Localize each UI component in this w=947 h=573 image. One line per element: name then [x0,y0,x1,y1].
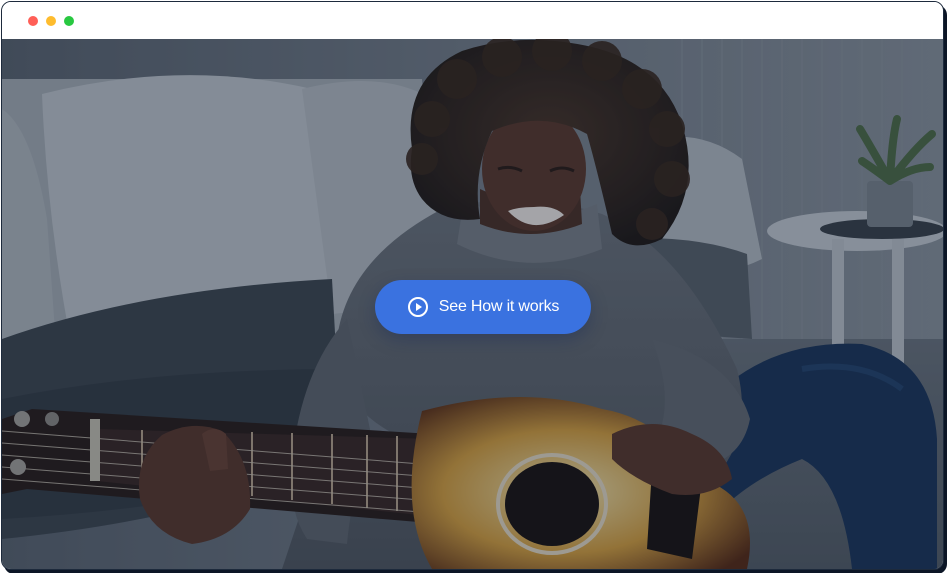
play-circle-icon [407,296,429,318]
maximize-window-button[interactable] [64,16,74,26]
cta-label: See How it works [438,298,560,315]
close-window-button[interactable] [28,16,38,26]
hero-section: See How it works [2,39,943,569]
window-titlebar [2,2,943,39]
minimize-window-button[interactable] [46,16,56,26]
browser-window: See How it works [1,1,944,570]
see-how-it-works-button[interactable]: See How it works [375,280,591,334]
